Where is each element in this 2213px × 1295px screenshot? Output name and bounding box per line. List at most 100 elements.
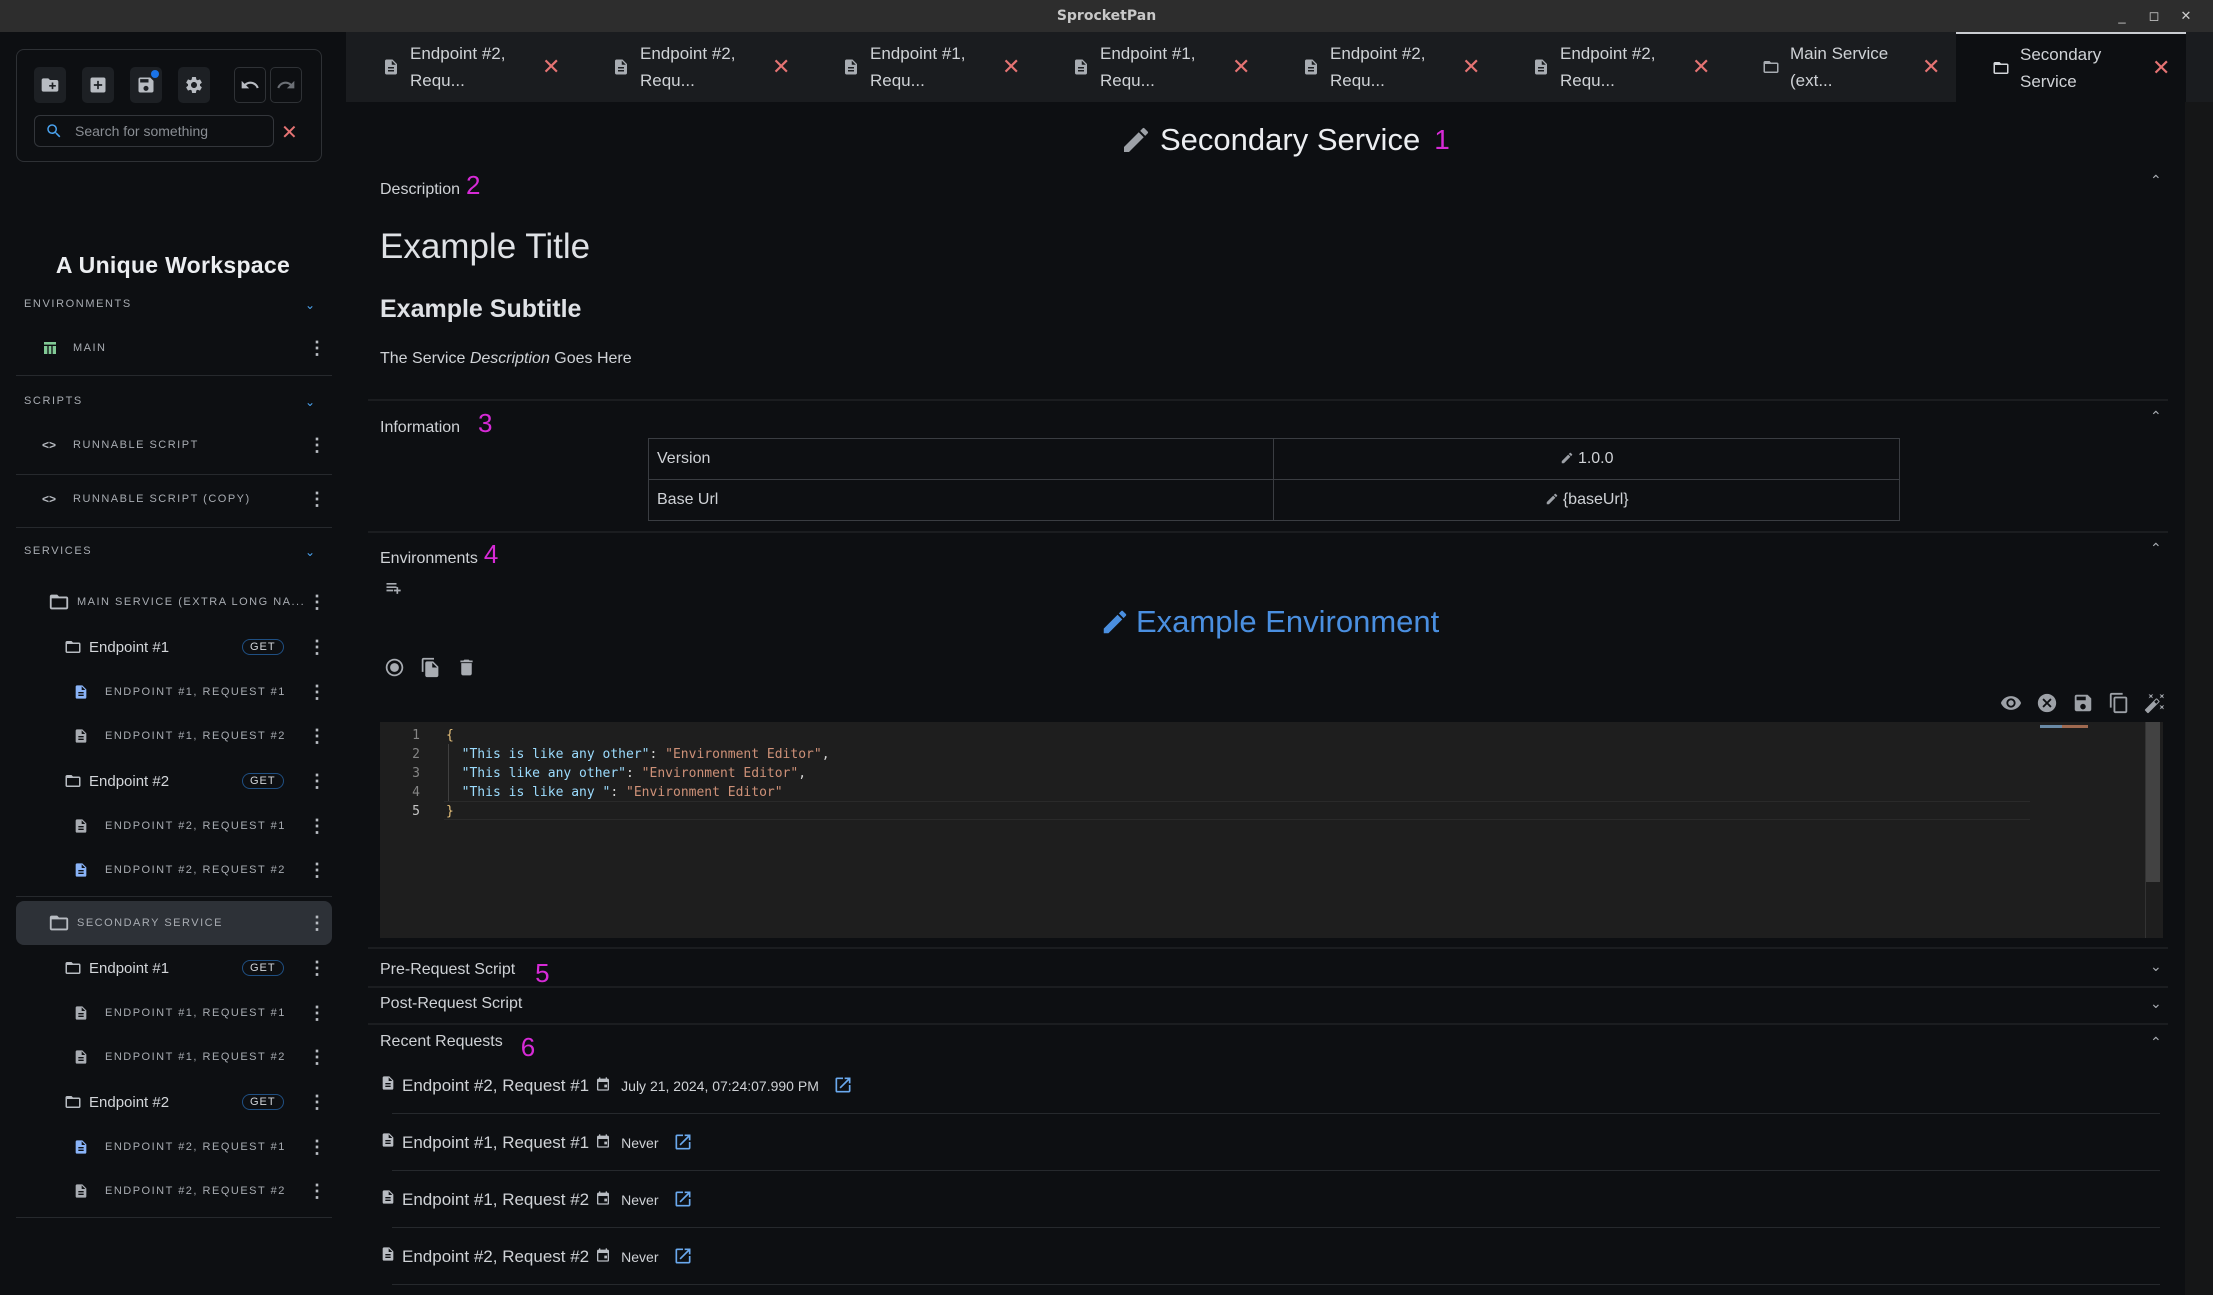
save-editor-button[interactable] (2072, 692, 2094, 719)
chevron-up-icon[interactable]: ⌃ (2150, 408, 2162, 425)
sidebar-item-request[interactable]: ENDPOINT #1, REQUEST #1 ⋮ (16, 991, 332, 1035)
close-tab-button[interactable]: ✕ (542, 54, 560, 80)
tab-item[interactable]: Main Service (ext... ✕ (1726, 32, 1956, 102)
more-options-icon[interactable]: ⋮ (308, 959, 326, 977)
delete-environment-button[interactable] (456, 657, 477, 683)
open-request-button[interactable] (819, 1075, 853, 1096)
more-options-icon[interactable]: ⋮ (308, 817, 326, 835)
base-url-value[interactable]: {baseUrl} (1273, 479, 1900, 521)
settings-button[interactable] (178, 67, 210, 103)
sidebar-item-request[interactable]: ENDPOINT #2, REQUEST #1 ⋮ (16, 804, 332, 848)
editor-scrollbar[interactable] (2145, 722, 2160, 938)
accordion-pre-request-script[interactable]: Pre-Request Script 5 (380, 958, 550, 989)
copy-button[interactable] (2108, 692, 2130, 719)
open-request-button[interactable] (659, 1132, 693, 1153)
open-request-button[interactable] (659, 1246, 693, 1267)
more-options-icon[interactable]: ⋮ (308, 1138, 326, 1156)
more-options-icon[interactable]: ⋮ (308, 1182, 326, 1200)
tab-item[interactable]: Endpoint #2, Requ... ✕ (1266, 32, 1496, 102)
duplicate-environment-button[interactable] (420, 657, 441, 683)
more-options-icon[interactable]: ⋮ (308, 727, 326, 745)
accordion-post-request-script[interactable]: Post-Request Script (380, 995, 522, 1013)
tab-item[interactable]: Endpoint #1, Requ... ✕ (806, 32, 1036, 102)
chevron-down-icon[interactable]: ⌄ (2150, 958, 2162, 975)
close-tab-button[interactable]: ✕ (1232, 54, 1250, 80)
sidebar-item-env-main[interactable]: MAIN ⋮ (16, 328, 332, 368)
more-options-icon[interactable]: ⋮ (308, 861, 326, 879)
more-options-icon[interactable]: ⋮ (308, 772, 326, 790)
maximize-button[interactable]: ◻ (2147, 8, 2161, 24)
search-input[interactable] (75, 123, 265, 139)
accordion-description[interactable]: Description 2 (380, 170, 481, 201)
undo-button[interactable] (234, 67, 266, 103)
add-item-button[interactable] (82, 67, 114, 103)
tab-item[interactable]: Secondary Service ✕ (1956, 32, 2186, 102)
sidebar-item-script[interactable]: <> RUNNABLE SCRIPT ⋮ (16, 421, 332, 469)
more-options-icon[interactable]: ⋮ (308, 436, 326, 454)
sidebar-item-request[interactable]: ENDPOINT #1, REQUEST #2 ⋮ (16, 1035, 332, 1079)
preview-button[interactable] (2000, 692, 2022, 719)
more-options-icon[interactable]: ⋮ (308, 1048, 326, 1066)
pencil-icon[interactable] (1120, 124, 1152, 156)
minimize-button[interactable]: _ (2115, 9, 2129, 24)
close-tab-button[interactable]: ✕ (2152, 55, 2170, 81)
close-tab-button[interactable]: ✕ (1922, 54, 1940, 80)
tab-item[interactable]: Endpoint #2, Requ... ✕ (1496, 32, 1726, 102)
discard-button[interactable] (2036, 692, 2058, 719)
close-window-button[interactable]: ✕ (2179, 8, 2193, 24)
tab-item[interactable]: Endpoint #2, Requ... ✕ (346, 32, 576, 102)
tab-item[interactable]: Endpoint #1, Requ... ✕ (1036, 32, 1266, 102)
sidebar-item-endpoint[interactable]: Endpoint #2 GET ⋮ (16, 1079, 332, 1125)
open-request-button[interactable] (659, 1189, 693, 1210)
more-options-icon[interactable]: ⋮ (308, 1093, 326, 1111)
sidebar-item-request[interactable]: ENDPOINT #1, REQUEST #1 ⋮ (16, 670, 332, 714)
close-tab-button[interactable]: ✕ (1002, 54, 1020, 80)
editor-scrollbar-thumb[interactable] (2146, 722, 2160, 882)
chevron-down-icon[interactable]: ⌄ (305, 395, 315, 409)
accordion-environments[interactable]: Environments 4 (380, 539, 498, 570)
more-options-icon[interactable]: ⋮ (308, 683, 326, 701)
chevron-down-icon[interactable]: ⌄ (2150, 995, 2162, 1012)
select-environment-button[interactable] (384, 657, 405, 683)
undo-icon (241, 80, 259, 89)
sidebar-item-request[interactable]: ENDPOINT #2, REQUEST #1 ⋮ (16, 1125, 332, 1169)
add-environment-button[interactable] (384, 578, 404, 603)
more-options-icon[interactable]: ⋮ (308, 339, 326, 357)
tab-item[interactable]: Endpoint #2, Requ... ✕ (576, 32, 806, 102)
chevron-up-icon[interactable]: ⌃ (2150, 1034, 2162, 1051)
close-tab-button[interactable]: ✕ (1692, 54, 1710, 80)
chevron-down-icon[interactable]: ⌄ (305, 545, 315, 559)
more-options-icon[interactable]: ⋮ (308, 914, 326, 932)
sidebar-item-endpoint[interactable]: Endpoint #2 GET ⋮ (16, 758, 332, 804)
sidebar-item-service[interactable]: SECONDARY SERVICE ⋮ (16, 901, 332, 945)
more-options-icon[interactable]: ⋮ (308, 1004, 326, 1022)
code-token: { (446, 728, 454, 743)
sidebar-item-request[interactable]: ENDPOINT #1, REQUEST #2 ⋮ (16, 714, 332, 758)
pencil-icon[interactable] (1100, 607, 1130, 637)
new-folder-button[interactable] (34, 67, 66, 103)
version-value[interactable]: 1.0.0 (1273, 438, 1900, 480)
chevron-up-icon[interactable]: ⌃ (2150, 540, 2162, 557)
divider (368, 947, 2168, 949)
chevron-up-icon[interactable]: ⌃ (2150, 172, 2162, 189)
more-options-icon[interactable]: ⋮ (308, 593, 326, 611)
close-tab-button[interactable]: ✕ (772, 54, 790, 80)
more-options-icon[interactable]: ⋮ (308, 490, 326, 508)
sidebar-item-request[interactable]: ENDPOINT #2, REQUEST #2 ⋮ (16, 848, 332, 892)
sidebar-item-service[interactable]: MAIN SERVICE (EXTRA LONG NA... ⋮ (16, 580, 332, 624)
sidebar-item-request[interactable]: ENDPOINT #2, REQUEST #2 ⋮ (16, 1169, 332, 1213)
format-button[interactable] (2144, 692, 2166, 719)
sidebar-item-endpoint[interactable]: Endpoint #1 GET ⋮ (16, 945, 332, 991)
search-field[interactable] (34, 115, 274, 147)
environment-editor[interactable]: 1{2 "This is like any other": "Environme… (380, 722, 2163, 938)
redo-button[interactable] (270, 67, 302, 103)
minimap[interactable] (2040, 724, 2100, 730)
sidebar-item-script-copy[interactable]: <> RUNNABLE SCRIPT (COPY) ⋮ (16, 475, 332, 523)
close-tab-button[interactable]: ✕ (1462, 54, 1480, 80)
accordion-information[interactable]: Information 3 (380, 408, 493, 439)
save-button[interactable] (130, 67, 162, 103)
more-options-icon[interactable]: ⋮ (308, 638, 326, 656)
chevron-down-icon[interactable]: ⌄ (305, 298, 315, 312)
sidebar-item-endpoint[interactable]: Endpoint #1 GET ⋮ (16, 624, 332, 670)
clear-search-button[interactable]: ✕ (281, 120, 298, 145)
